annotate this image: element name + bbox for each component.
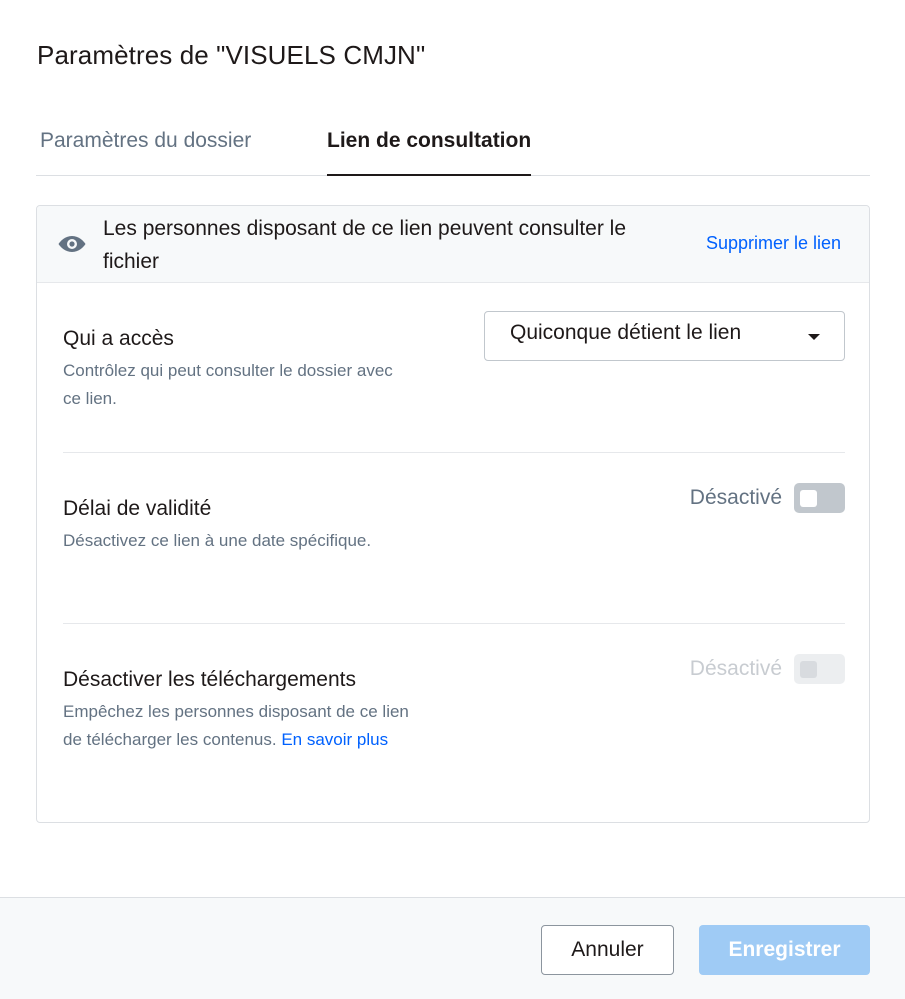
dialog-footer: Annuler Enregistrer: [0, 897, 905, 999]
banner-text: Les personnes disposant de ce lien peuve…: [103, 217, 627, 273]
expiry-toggle-wrap: Désactivé: [690, 483, 845, 513]
downloads-toggle-wrap: Désactivé: [690, 654, 845, 684]
toggle-knob: [800, 490, 817, 507]
link-settings-panel: Les personnes disposant de ce lien peuve…: [36, 205, 870, 823]
learn-more-link[interactable]: En savoir plus: [281, 730, 388, 749]
toggle-knob: [800, 661, 817, 678]
downloads-description: Empêchez les personnes disposant de ce l…: [63, 698, 413, 754]
dialog-title: Paramètres de "VISUELS CMJN": [37, 40, 426, 70]
save-button[interactable]: Enregistrer: [699, 925, 870, 975]
downloads-section: Désactiver les téléchargements Empêchez …: [63, 654, 845, 754]
divider: [63, 623, 845, 624]
tab-bar: Paramètres du dossier Lien de consultati…: [36, 124, 870, 176]
tab-view-link[interactable]: Lien de consultation: [327, 124, 532, 176]
eye-icon: [58, 236, 86, 252]
access-section: Qui a accès Contrôlez qui peut consulter…: [63, 311, 845, 413]
expiry-toggle-label: Désactivé: [689, 486, 782, 509]
remove-link-button[interactable]: Supprimer le lien: [706, 233, 841, 254]
expiry-description: Désactivez ce lien à une date spécifique…: [63, 531, 372, 550]
access-select[interactable]: Quiconque détient le lien: [484, 311, 845, 361]
divider: [63, 452, 845, 453]
access-select-value: Quiconque détient le lien: [510, 321, 742, 344]
downloads-toggle-label: Désactivé: [689, 657, 782, 680]
link-info-banner: Les personnes disposant de ce lien peuve…: [37, 206, 869, 283]
chevron-down-icon: [808, 334, 820, 340]
expiry-toggle[interactable]: [794, 483, 845, 513]
downloads-toggle[interactable]: [794, 654, 845, 684]
tab-folder-settings[interactable]: Paramètres du dossier: [40, 124, 251, 176]
cancel-button[interactable]: Annuler: [541, 925, 674, 975]
access-description: Contrôlez qui peut consulter le dossier …: [63, 361, 393, 408]
expiry-section: Délai de validité Désactivez ce lien à u…: [63, 483, 845, 555]
